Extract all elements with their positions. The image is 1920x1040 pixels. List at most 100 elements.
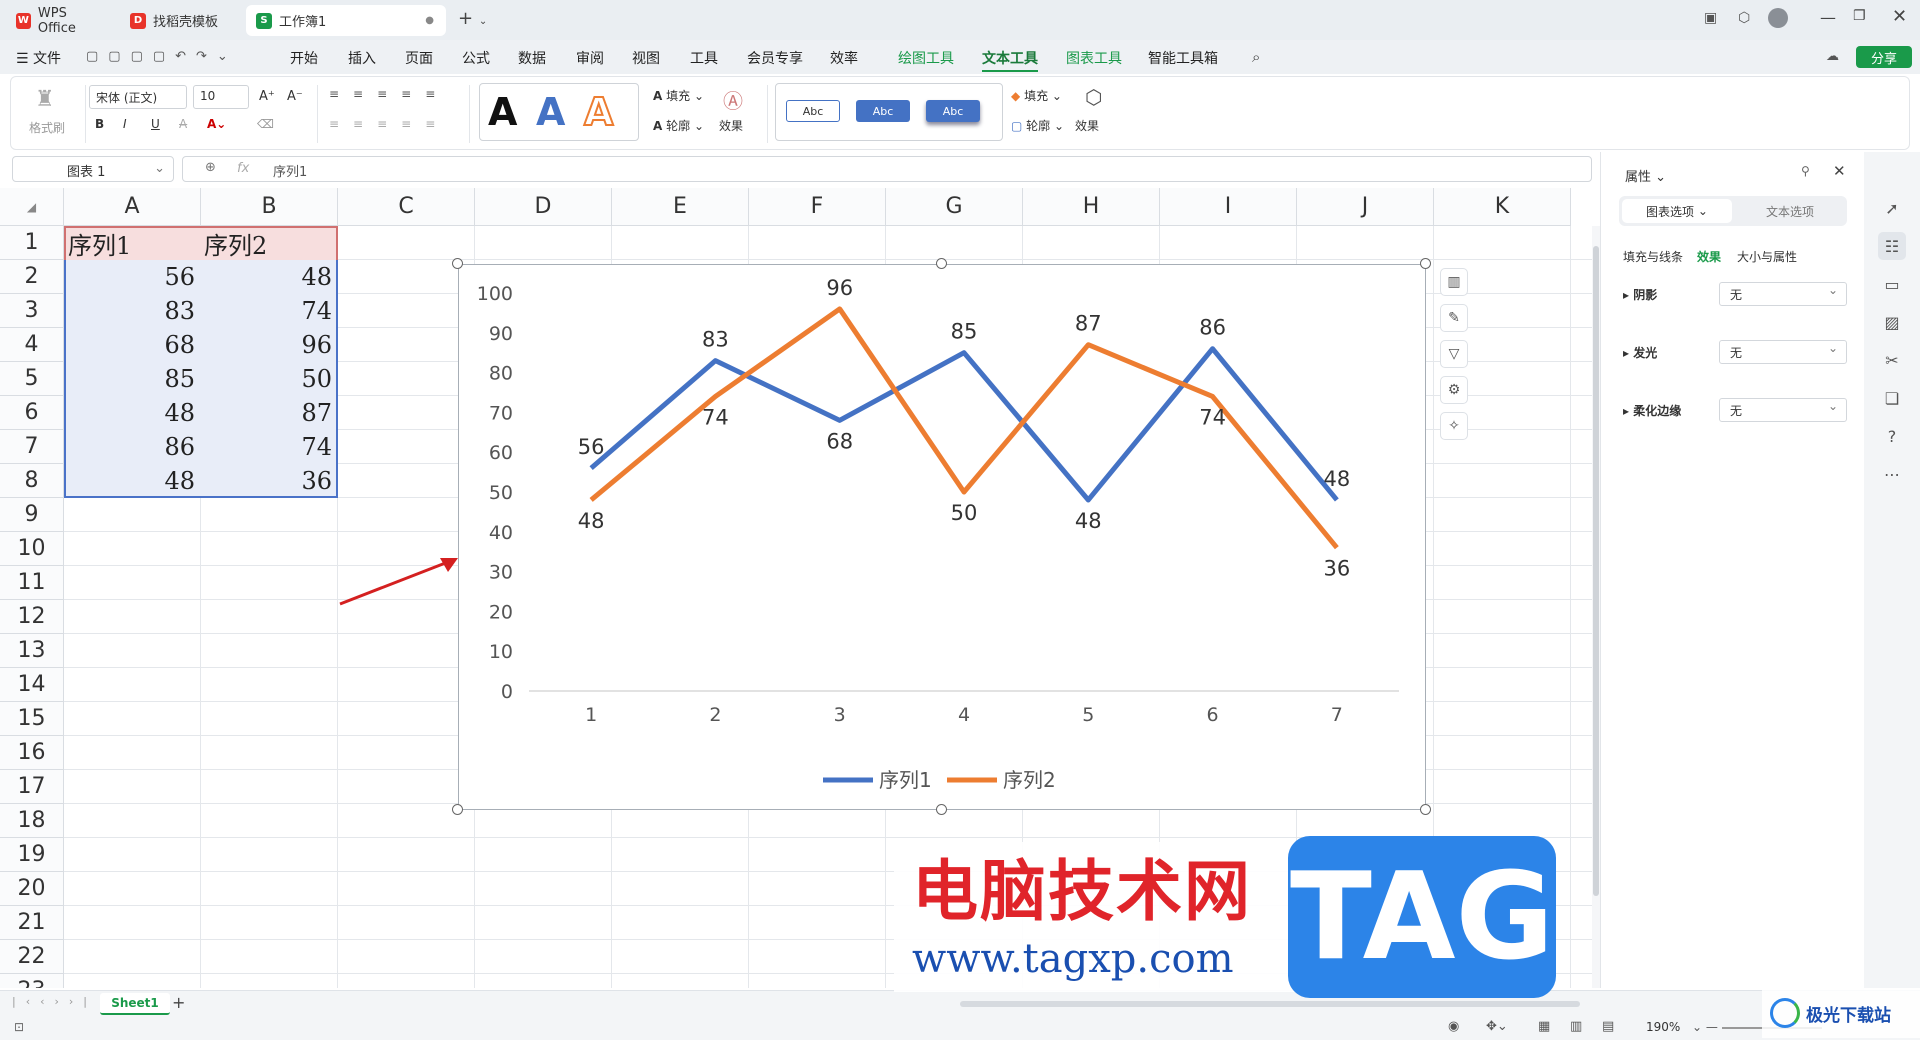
shape-outline-button[interactable]: ▢ 轮廓 ⌄ [1011,117,1064,134]
row-header-3[interactable]: 3 [0,294,64,328]
menu-member[interactable]: 会员专享 [747,48,803,68]
unsaved-dot-icon[interactable]: ● [425,15,434,26]
menu-review[interactable]: 审阅 [576,48,604,68]
pin-icon[interactable]: ⚲ [1801,164,1810,178]
subtab-fill-line[interactable]: 填充与线条 [1623,248,1683,265]
sheet-nav-arrows[interactable]: |‹‹››| [12,995,97,1008]
add-sheet-button[interactable]: + [172,993,185,1012]
bold-icon[interactable]: B [95,117,104,131]
soft-edges-select[interactable]: 无 [1719,398,1847,422]
chart-magic-icon[interactable]: ✧ [1440,412,1468,440]
tab-wps-office[interactable]: W WPS Office [6,5,114,36]
horizontal-scrollbar[interactable] [960,1001,1580,1007]
focus-mode-icon[interactable]: ✥⌄ [1486,1019,1508,1034]
row-header-21[interactable]: 21 [0,906,64,940]
row-header-14[interactable]: 14 [0,668,64,702]
row-header-20[interactable]: 20 [0,872,64,906]
wordart-style-black[interactable]: A [488,90,517,134]
cell-a1[interactable]: 序列1 [68,226,131,260]
format-painter-icon[interactable]: ♜ [35,87,55,112]
prop-soft-edges-label[interactable]: ▸ 柔化边缘 [1623,402,1681,419]
menu-efficiency[interactable]: 效率 [830,48,858,68]
shape-style-gallery[interactable]: Abc Abc Abc [775,83,1003,141]
close-icon[interactable]: ✕ [1892,6,1907,27]
menu-data[interactable]: 数据 [518,48,546,68]
zoom-formula-icon[interactable]: ⊕ [205,160,216,175]
tab-docer[interactable]: D 找稻壳模板 [120,5,240,36]
row-header-12[interactable]: 12 [0,600,64,634]
cell-a5[interactable]: 85 [64,362,195,396]
font-name-select[interactable]: 宋体 (正文) [89,85,187,109]
column-header-j[interactable]: J [1297,188,1434,226]
font-color-icon[interactable]: A⌄ [207,117,226,131]
help-icon[interactable]: ? [1878,422,1906,450]
subtab-effects[interactable]: 效果 [1697,248,1721,265]
chart-elements-icon[interactable]: ▥ [1440,268,1468,296]
column-header-e[interactable]: E [612,188,749,226]
menu-formula[interactable]: 公式 [462,48,490,68]
tab-workbook[interactable]: S 工作簿1 ● [246,5,446,36]
text-effect-button[interactable]: 效果 [719,117,743,134]
subtab-size-props[interactable]: 大小与属性 [1737,248,1797,265]
new-tab-icon[interactable]: + ⌄ [458,8,487,29]
menu-page[interactable]: 页面 [405,48,433,68]
book-icon[interactable]: ❏ [1878,384,1906,412]
menu-insert[interactable]: 插入 [348,48,376,68]
menu-tools[interactable]: 工具 [690,48,718,68]
cell-b4[interactable]: 96 [201,328,332,362]
row-header-11[interactable]: 11 [0,566,64,600]
resize-handle-se[interactable] [1420,804,1431,815]
row-header-9[interactable]: 9 [0,498,64,532]
row-header-5[interactable]: 5 [0,362,64,396]
zoom-out-icon[interactable]: ⌄ — [1692,1020,1718,1034]
menu-text-tools[interactable]: 文本工具 [982,48,1038,72]
cell-b5[interactable]: 50 [201,362,332,396]
text-outline-button[interactable]: A 轮廓 ⌄ [653,117,704,134]
column-header-k[interactable]: K [1434,188,1571,226]
eraser-icon[interactable]: ⌫ [257,117,274,131]
shape-style-filled[interactable]: Abc [856,100,910,122]
shadow-select[interactable]: 无 [1719,282,1847,306]
font-shrink-icon[interactable]: A⁻ [287,89,303,104]
menu-start[interactable]: 开始 [290,48,318,68]
row-header-23[interactable]: 23 [0,974,64,988]
column-header-c[interactable]: C [338,188,475,226]
font-grow-icon[interactable]: A⁺ [259,89,275,104]
tab-chart-options[interactable]: 图表选项 ⌄ [1622,199,1732,223]
column-header-a[interactable]: A [64,188,201,226]
name-box[interactable]: 图表 1 ⌄ [12,156,174,182]
row-header-16[interactable]: 16 [0,736,64,770]
resize-handle-s[interactable] [936,804,947,815]
row-header-6[interactable]: 6 [0,396,64,430]
select-all-corner[interactable]: ◢ [0,188,64,226]
resize-handle-sw[interactable] [452,804,463,815]
wordart-style-orange[interactable]: A [583,89,614,135]
comment-icon[interactable]: ▭ [1878,270,1906,298]
cell-b3[interactable]: 74 [201,294,332,328]
row-header-17[interactable]: 17 [0,770,64,804]
column-header-d[interactable]: D [475,188,612,226]
menu-drawing-tools[interactable]: 绘图工具 [898,48,954,68]
cube-icon[interactable]: ⬡ [1738,10,1750,26]
page-break-icon[interactable]: ▤ [1602,1019,1614,1034]
resize-handle-ne[interactable] [1420,258,1431,269]
column-header-f[interactable]: F [749,188,886,226]
eye-protection-icon[interactable]: ◉ [1448,1019,1459,1034]
cell-b6[interactable]: 87 [201,396,332,430]
vertical-scrollbar[interactable] [1592,226,1600,988]
row-header-2[interactable]: 2 [0,260,64,294]
text-effect-icon[interactable]: Ⓐ [723,85,743,114]
zoom-level[interactable]: 190% [1646,1020,1680,1034]
cell-b7[interactable]: 74 [201,430,332,464]
row-header-8[interactable]: 8 [0,464,64,498]
menu-chart-tools[interactable]: 图表工具 [1066,48,1122,68]
row-header-1[interactable]: 1 [0,226,64,260]
share-button[interactable]: 分享 [1856,46,1912,68]
shape-effect-icon[interactable]: ⬡ [1085,85,1102,109]
chart-filter-icon[interactable]: ▽ [1440,340,1468,368]
resize-handle-nw[interactable] [452,258,463,269]
cell-a7[interactable]: 86 [64,430,195,464]
shape-effect-button[interactable]: 效果 [1075,117,1099,134]
page-layout-icon[interactable]: ▥ [1570,1019,1582,1034]
cloud-icon[interactable]: ☁ [1826,49,1839,64]
